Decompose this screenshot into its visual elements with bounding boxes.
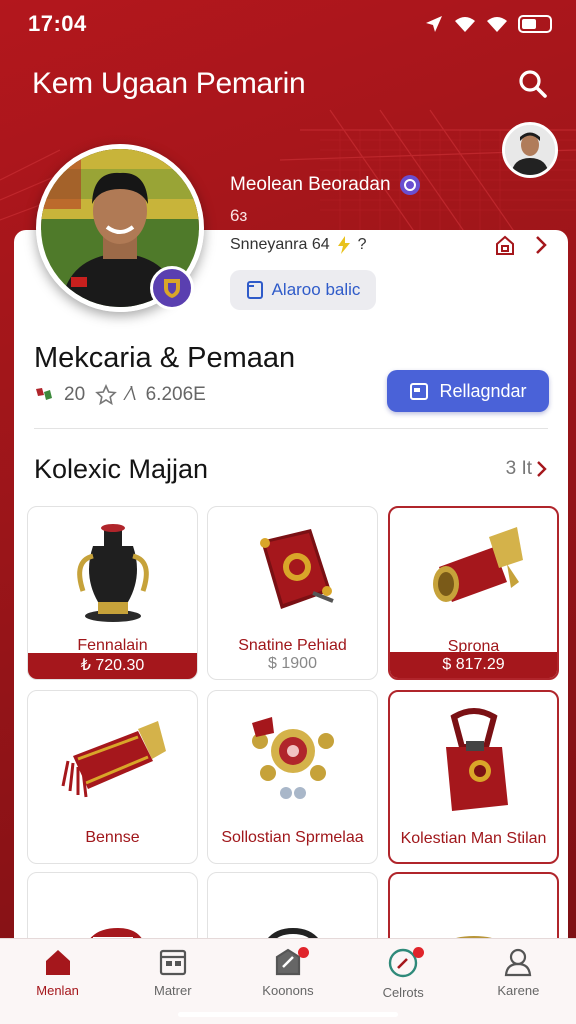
app-header: Kem Ugaan Pemarin [0, 56, 576, 112]
nav-home[interactable]: Menlan [3, 947, 113, 1024]
verified-icon [399, 175, 420, 195]
profile-name-row: Meolean Beoradan [230, 174, 421, 196]
scarf-icon [28, 701, 197, 821]
lightning-icon [337, 236, 350, 254]
search-icon [519, 70, 547, 98]
collection-item[interactable]: Bennse [27, 690, 198, 864]
team-badge-icon [150, 266, 194, 310]
divider [34, 428, 548, 429]
collection-title: Kolexic Majjan [34, 454, 209, 484]
item-price: $ 1900 [268, 655, 317, 672]
profile-stats-suffix: ? [357, 236, 367, 253]
item-price: ₺ 720.30 [28, 653, 197, 679]
book-icon [208, 511, 377, 631]
item-price: $ 817.29 [390, 652, 557, 678]
star-icon [95, 384, 118, 406]
item-name: Bennse [85, 829, 140, 846]
calendar-icon [159, 949, 186, 976]
profile-meta: 6ɜ [230, 206, 248, 225]
wifi-icon [455, 17, 475, 32]
collection-item[interactable]: Snatine Pehiad $ 1900 [207, 506, 378, 680]
stats-separator: ⁄\ [127, 384, 136, 405]
nav-label: Menlan [36, 983, 79, 998]
section-title: Mekcaria & Pemaan [34, 342, 296, 374]
profile-stats: Snneyanra 64 ? [230, 236, 367, 254]
search-button[interactable] [516, 67, 550, 101]
lanyard-tag-icon [390, 702, 557, 822]
nav-label: Matrer [154, 983, 192, 998]
nav-label: Celrots [382, 985, 424, 1000]
collection-more-label: 3 It [505, 458, 532, 479]
stats-count: 6.206E [145, 384, 206, 405]
primary-action-label: Rellagndar [439, 380, 527, 401]
main-card: Snneyanra 64 ? Alaroo balic Mekcaria & P… [14, 230, 568, 1024]
section-stats: 20 ⁄\ 6.206E [34, 384, 206, 406]
collection-item[interactable]: Kolestian Man Stilan [388, 690, 559, 864]
document-icon [246, 281, 263, 299]
nav-label: Karene [497, 983, 540, 998]
notification-dot [297, 947, 309, 958]
home-icon [45, 950, 70, 975]
status-icons [424, 14, 552, 34]
user-avatar[interactable] [502, 122, 558, 178]
collection-item[interactable]: Sprona $ 817.29 [388, 506, 559, 680]
chevron-right-icon[interactable] [534, 234, 548, 256]
status-time: 17:04 [28, 11, 87, 36]
collection-item[interactable]: Fennalain ₺ 720.30 [27, 506, 198, 680]
notification-dot [413, 947, 425, 958]
gold-cylinder-icon [390, 512, 557, 632]
profile-chip-button[interactable]: Alaroo balic [230, 270, 376, 310]
location-icon [426, 16, 442, 32]
calendar-add-icon [410, 383, 429, 400]
nav-label: Koonons [262, 983, 314, 998]
flag-icon [36, 388, 52, 400]
profile-stats-text: Snneyanra 64 [230, 236, 330, 253]
profile-chip-label: Alaroo balic [271, 280, 361, 299]
collection-item[interactable]: Sollostian Sprmelaa [207, 690, 378, 864]
page-title: Kem Ugaan Pemarin [32, 67, 306, 100]
battery-icon [518, 15, 552, 33]
trophy-vase-icon [28, 511, 197, 631]
profile-name: Meolean Beoradan [230, 174, 391, 195]
status-bar: 17:04 [0, 0, 576, 48]
card-actions [494, 234, 548, 256]
collection-more-link[interactable]: 3 It [506, 458, 548, 480]
medal-icon [208, 701, 377, 821]
primary-action-button[interactable]: Rellagndar [387, 370, 549, 412]
home-outline-icon[interactable] [494, 234, 516, 256]
user-icon [505, 948, 532, 977]
chevron-right-icon [537, 461, 547, 477]
home-indicator[interactable] [178, 1012, 398, 1017]
signal-icon [487, 17, 507, 32]
item-name: Sollostian Sprmelaa [221, 829, 364, 846]
rating-value: 20 [64, 384, 86, 405]
item-name: Snatine Pehiad [238, 637, 347, 654]
nav-profile[interactable]: Karene [463, 947, 573, 1024]
item-name: Kolestian Man Stilan [400, 830, 547, 847]
